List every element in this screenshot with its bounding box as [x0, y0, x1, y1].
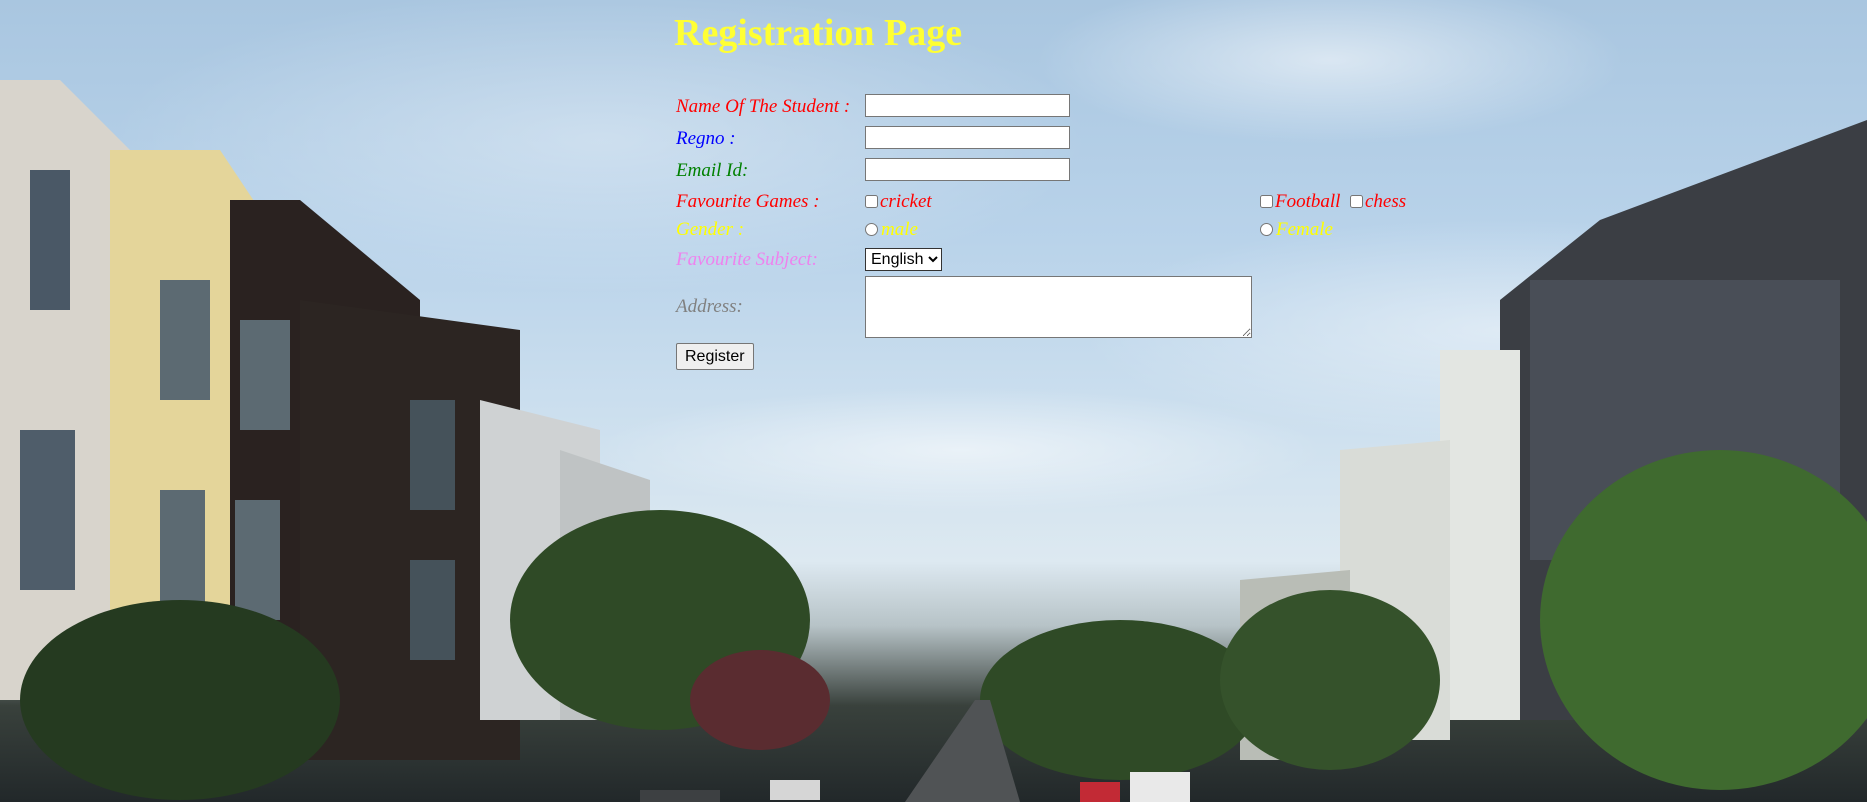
- register-button[interactable]: Register: [676, 343, 754, 370]
- cricket-label: cricket: [880, 191, 932, 212]
- male-radio[interactable]: [865, 223, 878, 236]
- student-name-input[interactable]: [865, 94, 1070, 117]
- page-title: Registration Page: [674, 12, 963, 54]
- address-textarea[interactable]: [865, 276, 1252, 338]
- games-label: Favourite Games :: [676, 191, 820, 212]
- subject-label: Favourite Subject:: [676, 249, 818, 270]
- address-label: Address:: [676, 296, 743, 317]
- cricket-checkbox[interactable]: [865, 195, 878, 208]
- name-label: Name Of The Student :: [676, 96, 851, 117]
- registration-form: Registration Page Name Of The Student : …: [674, 8, 1406, 370]
- gender-option-female: Female: [1260, 219, 1333, 241]
- game-option-football-chess: Football chess: [1260, 191, 1406, 213]
- regno-label: Regno :: [676, 128, 736, 149]
- email-input[interactable]: [865, 158, 1070, 181]
- chess-checkbox[interactable]: [1349, 195, 1363, 208]
- chess-label: chess: [1364, 191, 1407, 212]
- background-street-scene: [0, 0, 1867, 802]
- female-label: Female: [1276, 219, 1333, 240]
- gender-option-male: male: [865, 219, 918, 241]
- football-checkbox[interactable]: [1260, 195, 1273, 208]
- gender-label: Gender :: [676, 219, 745, 240]
- female-radio[interactable]: [1260, 223, 1273, 236]
- email-label: Email Id:: [676, 160, 749, 181]
- football-label: Football: [1275, 191, 1341, 212]
- subject-select[interactable]: English: [865, 248, 942, 271]
- regno-input[interactable]: [865, 126, 1070, 149]
- male-label: male: [881, 219, 918, 240]
- game-option-cricket: cricket: [865, 191, 932, 213]
